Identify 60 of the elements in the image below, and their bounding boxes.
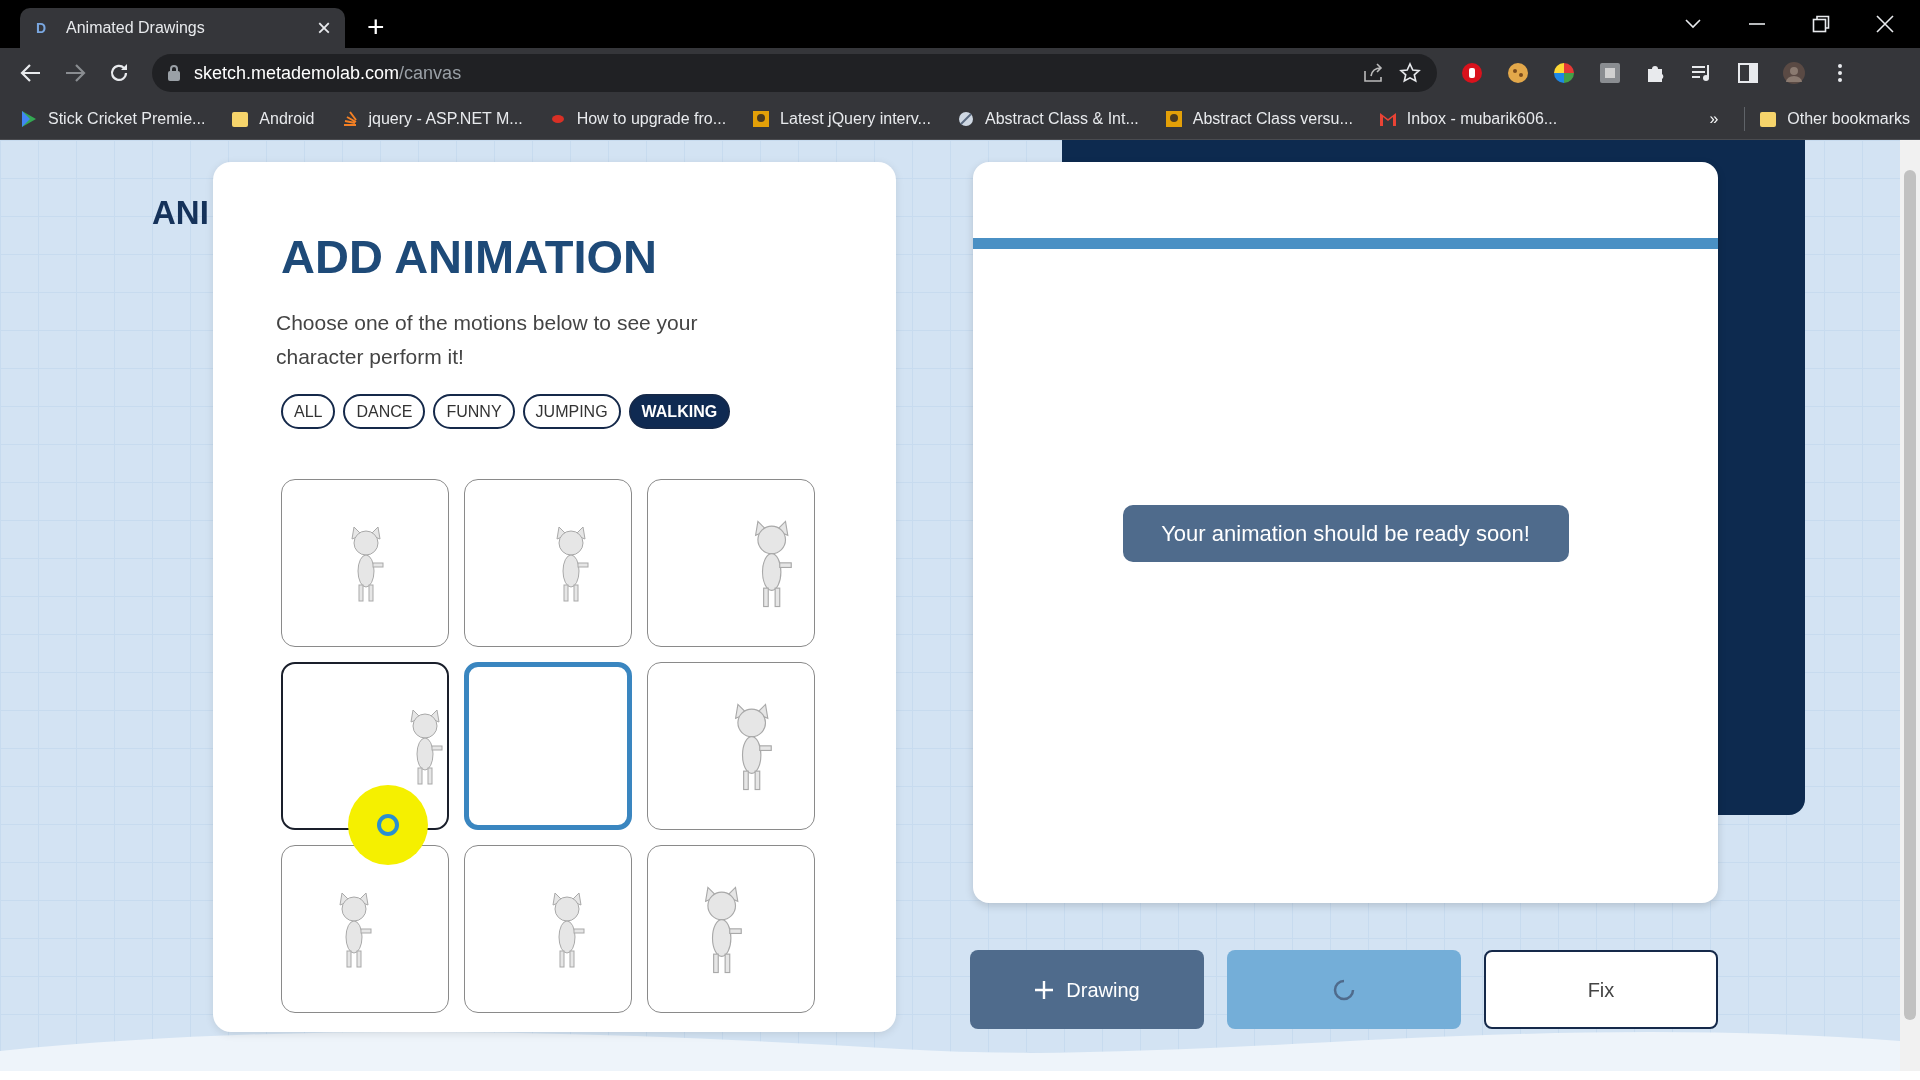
- filter-tab[interactable]: DANCE: [343, 394, 426, 430]
- folder-icon: [1759, 109, 1778, 128]
- description-text: Choose one of the motions below to see your character perform it!: [276, 310, 699, 371]
- close-icon[interactable]: [1876, 15, 1894, 33]
- color-wheel-icon[interactable]: [1553, 62, 1575, 84]
- back-arrow-icon[interactable]: [20, 63, 42, 83]
- bookmark[interactable]: Abstract Class & Int...: [956, 106, 1139, 131]
- share-icon[interactable]: [1363, 63, 1385, 83]
- lock-icon: [168, 65, 180, 81]
- card-title: ADD ANIMATION: [281, 230, 658, 285]
- filter-tab[interactable]: FUNNY: [433, 394, 515, 430]
- bookmark[interactable]: How to upgrade fro...: [548, 106, 727, 131]
- plus-icon: [1034, 979, 1055, 1000]
- favicon: D: [36, 18, 48, 38]
- new-tab-button[interactable]: +: [367, 12, 385, 42]
- folder-icon: [231, 109, 250, 128]
- motion-thumbnail[interactable]: [464, 479, 632, 648]
- restore-icon[interactable]: [1812, 15, 1830, 33]
- image-icon: [1164, 109, 1183, 128]
- motion-thumbnail[interactable]: [647, 662, 815, 831]
- avatar-icon[interactable]: [1783, 62, 1805, 84]
- browser-tab[interactable]: D Animated Drawings ×: [20, 8, 345, 48]
- bookmark[interactable]: Stick Cricket Premie...: [20, 106, 206, 131]
- motion-thumbnail[interactable]: [281, 845, 449, 1014]
- spinner-icon: [1332, 977, 1356, 1002]
- status-message: Your animation should be ready soon!: [1122, 505, 1569, 562]
- image-icon: [752, 109, 771, 128]
- motion-thumbnail[interactable]: [464, 662, 632, 831]
- motion-thumbnail[interactable]: [647, 479, 815, 648]
- fix-button[interactable]: Fix: [1484, 950, 1718, 1029]
- page-heading: ANI: [152, 193, 210, 233]
- tab-title: Animated Drawings: [66, 18, 205, 38]
- url-text: sketch.metademolab.com/canvas: [194, 61, 462, 85]
- bookmark[interactable]: jquery - ASP.NET M...: [340, 106, 523, 131]
- motion-thumbnail[interactable]: [281, 662, 449, 831]
- motion-thumbnail[interactable]: [281, 479, 449, 648]
- address-bar[interactable]: sketch.metademolab.com/canvas: [152, 54, 1437, 92]
- hand-icon[interactable]: [1461, 62, 1483, 84]
- close-tab-button[interactable]: ×: [317, 16, 331, 40]
- bookmark[interactable]: Latest jQuery interv...: [752, 106, 931, 131]
- bookmark[interactable]: Other bookmarks: [1744, 106, 1910, 131]
- square-logo-icon[interactable]: [1599, 62, 1621, 84]
- filter-tab[interactable]: JUMPING: [522, 394, 621, 430]
- reload-icon[interactable]: [108, 62, 130, 84]
- bookmark[interactable]: Android: [231, 106, 315, 131]
- filter-tab[interactable]: WALKING: [628, 394, 731, 430]
- more-bookmarks-button[interactable]: »: [1709, 106, 1719, 131]
- add-drawing-button[interactable]: Drawing: [970, 950, 1204, 1029]
- bookmark[interactable]: Abstract Class versu...: [1164, 106, 1353, 131]
- motion-thumbnail[interactable]: [464, 845, 632, 1014]
- play-icon: [20, 109, 38, 128]
- cookie-icon[interactable]: [1507, 62, 1529, 84]
- forward-arrow-icon[interactable]: [64, 63, 86, 83]
- motion-thumbnail[interactable]: [647, 845, 815, 1014]
- star-icon[interactable]: [1399, 62, 1421, 84]
- side-panel-icon[interactable]: [1737, 62, 1759, 84]
- scrollbar[interactable]: [1900, 140, 1920, 1071]
- filter-tab[interactable]: ALL: [281, 394, 336, 430]
- bookmark[interactable]: Inbox - mubarik606...: [1378, 106, 1558, 131]
- chevron-down-icon[interactable]: [1684, 18, 1702, 30]
